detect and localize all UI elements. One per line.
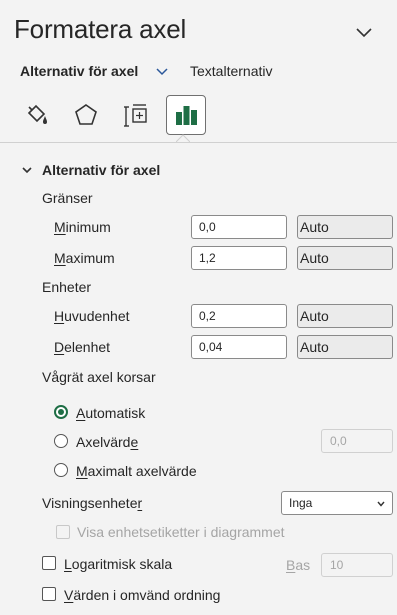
log-scale-checkbox[interactable] [42,556,56,570]
size-properties-tab[interactable] [116,95,156,135]
radio-axis-value[interactable] [54,434,68,448]
base-input[interactable]: 10 [321,553,393,577]
minor-unit-input[interactable]: 0,04 [191,335,287,359]
divider [0,142,397,143]
display-units-label: Visningsenheter [42,495,143,511]
tab-pointer [176,134,190,143]
section-toggle-axis-options[interactable]: Alternativ för axel [20,162,160,178]
maximum-input[interactable]: 1,2 [191,246,287,270]
maximum-auto-button[interactable]: Auto [297,246,393,270]
radio-automatic[interactable] [54,405,68,419]
section-title: Alternativ för axel [42,162,161,178]
show-units-label-checkbox[interactable] [56,525,70,539]
chevron-down-icon [22,167,32,174]
reverse-order-checkbox[interactable] [42,587,56,601]
units-heading: Enheter [42,279,92,295]
minor-unit-auto-button[interactable]: Auto [297,335,393,359]
tab-axis-options[interactable]: Alternativ för axel [20,63,138,79]
axis-options-tab[interactable] [166,95,206,135]
minimum-label: Minimum [54,219,111,235]
radio-automatic-label[interactable]: Automatisk [76,405,145,421]
bounds-heading: Gränser [42,190,93,206]
effects-tab[interactable] [66,95,106,135]
major-unit-input[interactable]: 0,2 [191,304,287,328]
minimum-auto-button[interactable]: Auto [297,215,393,239]
base-label: Bas [286,557,311,573]
fill-line-icon [27,104,47,124]
fill-line-tab[interactable] [16,95,56,135]
major-unit-auto-button[interactable]: Auto [297,304,393,328]
minor-unit-label: Delenhet [54,339,111,355]
maximum-label: Maximum [54,250,115,266]
crosses-heading: Vågrät axel korsar [42,369,156,385]
display-units-select[interactable]: Inga [281,491,393,515]
effects-pentagon-icon [75,104,97,125]
axis-value-input[interactable]: 0,0 [321,429,393,453]
log-scale-label[interactable]: Logaritmisk skala [64,556,172,572]
chevron-down-icon [377,501,385,507]
radio-max-axis-value-label[interactable]: Maximalt axelvärde [76,463,197,479]
radio-max-axis-value[interactable] [54,463,68,477]
minimum-input[interactable]: 0,0 [191,215,287,239]
pane-title: Formatera axel [14,14,187,44]
chevron-down-icon[interactable] [154,63,170,79]
chevron-down-icon[interactable] [352,20,376,44]
major-unit-label: Huvudenhet [54,308,130,324]
tab-text-options[interactable]: Textalternativ [190,63,272,79]
radio-axis-value-label[interactable]: Axelvärde [76,434,138,450]
show-units-label-text: Visa enhetsetiketter i diagrammet [77,524,285,540]
size-properties-icon [124,104,147,127]
reverse-order-label[interactable]: Värden i omvänd ordning [64,587,220,603]
axis-options-bar-chart-icon [176,106,197,125]
